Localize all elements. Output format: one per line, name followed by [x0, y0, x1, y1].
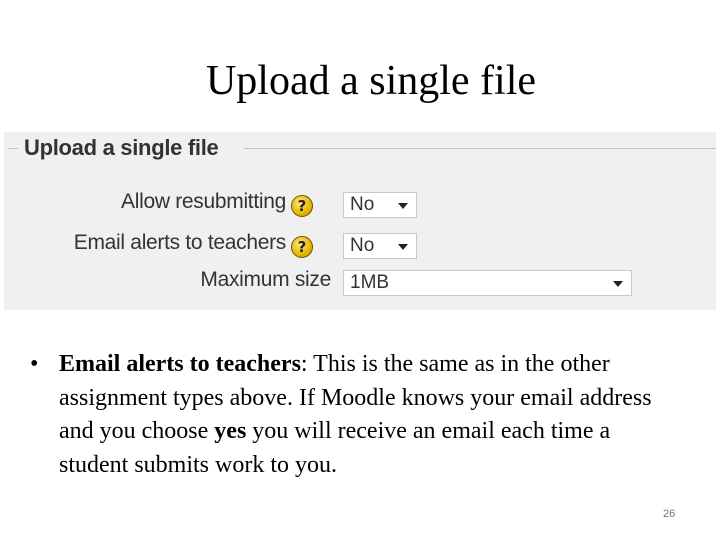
dropdown-caret-icon	[398, 244, 408, 250]
page-number: 26	[663, 508, 676, 520]
help-question-icon[interactable]: ?	[291, 236, 313, 258]
setting-label: Maximum size	[200, 268, 331, 291]
select-value: No	[350, 194, 375, 215]
select-value: No	[350, 235, 375, 256]
maximum-size-select[interactable]: 1MB	[343, 270, 632, 296]
setting-label: Allow resubmitting	[121, 190, 286, 213]
setting-row-email-alerts: Email alerts to teachers ? No	[4, 227, 716, 261]
dropdown-caret-icon	[398, 203, 408, 209]
bullet-text: Email alerts to teachers: This is the sa…	[59, 348, 670, 482]
bullet-marker: •	[30, 351, 39, 377]
bullet-point: • Email alerts to teachers: This is the …	[30, 348, 670, 482]
select-value: 1MB	[350, 272, 390, 293]
settings-screenshot: Upload a single file Allow resubmitting …	[4, 132, 716, 310]
setting-row-allow-resubmitting: Allow resubmitting ? No	[4, 186, 716, 220]
dropdown-caret-icon	[613, 281, 623, 287]
help-question-icon[interactable]: ?	[291, 195, 313, 217]
bullet-term: Email alerts to teachers	[59, 351, 301, 377]
bullet-emphasis: yes	[214, 418, 247, 444]
setting-row-maximum-size: Maximum size 1MB	[4, 264, 716, 298]
fieldset-border	[244, 148, 716, 149]
allow-resubmitting-select[interactable]: No	[343, 192, 417, 218]
email-alerts-select[interactable]: No	[343, 233, 417, 259]
setting-label: Email alerts to teachers	[73, 231, 287, 254]
fieldset-legend: Upload a single file	[24, 135, 219, 160]
slide-title: Upload a single file	[205, 58, 537, 104]
fieldset-border	[8, 148, 18, 149]
